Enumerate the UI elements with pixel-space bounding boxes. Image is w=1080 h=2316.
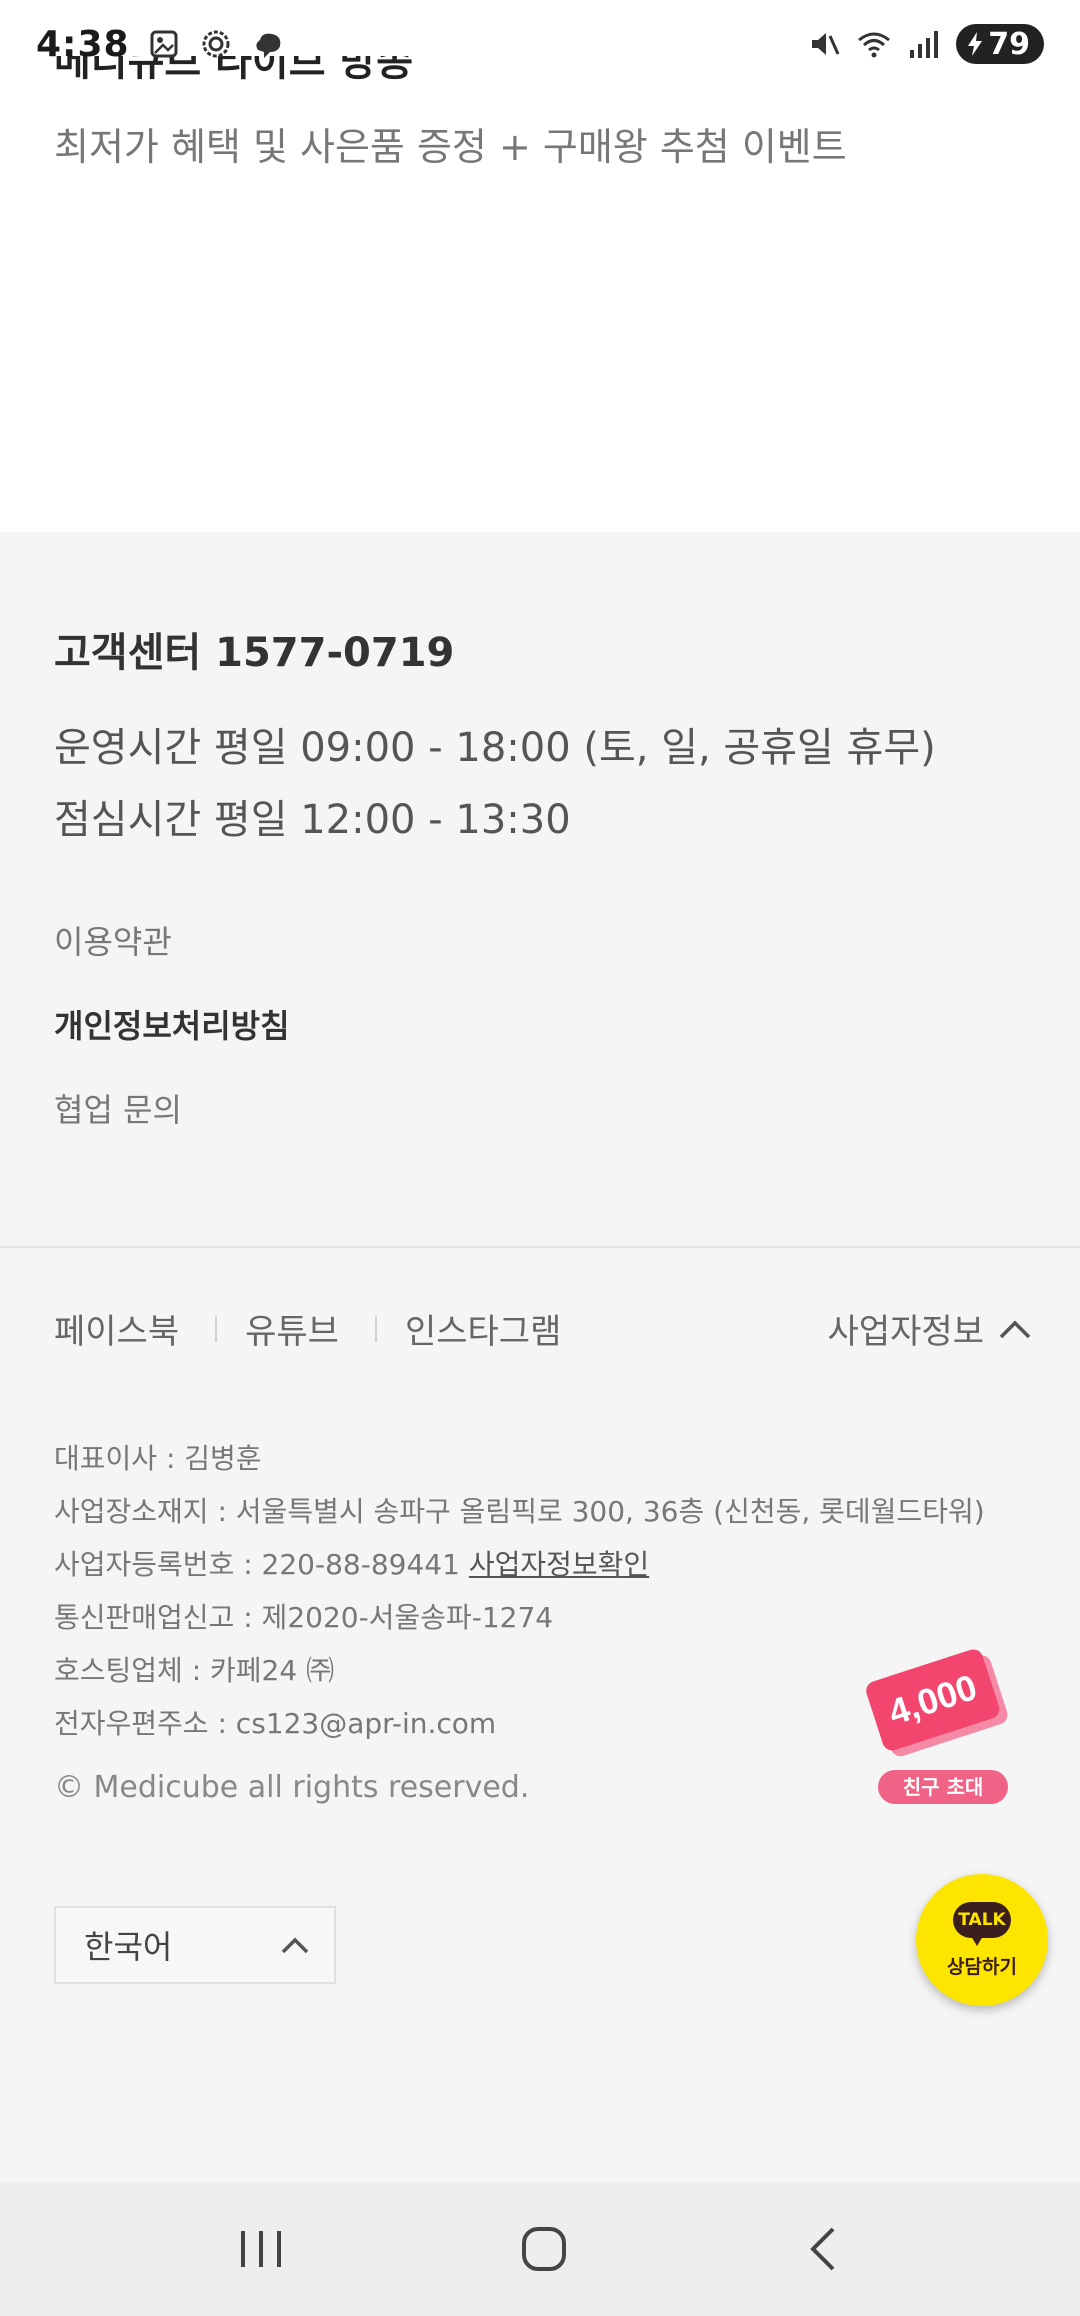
facebook-link[interactable]: 페이스북: [54, 1304, 179, 1353]
language-select[interactable]: 한국어: [54, 1906, 336, 1984]
ceo-info: 대표이사 : 김병훈: [54, 1442, 262, 1475]
link-separator: [374, 1315, 377, 1342]
partnership-inquiry-link[interactable]: 협업 문의: [54, 1090, 290, 1174]
mute-icon: [812, 33, 840, 55]
mail-order-info: 통신판매업신고 : 제2020-서울송파-1274: [54, 1601, 554, 1634]
address-info: 사업장소재지 : 서울특별시 송파구 올림픽로 300, 36층 (신천동, 롯…: [54, 1495, 985, 1528]
talk-bubble-icon: TALK: [953, 1901, 1011, 1946]
footer-divider: [0, 1246, 1080, 1248]
promo-subtitle: 최저가 혜택 및 사은품 증정 + 구매왕 추첨 이벤트: [54, 125, 847, 169]
customer-center-title: 고객센터 1577-0719: [54, 630, 455, 676]
wifi-icon: [858, 32, 891, 58]
email-info: 전자우편주소 : cs123@apr-in.com: [54, 1707, 497, 1740]
business-check-link[interactable]: 사업자정보확인: [469, 1548, 649, 1581]
talk-badge: TALK: [958, 1909, 1006, 1930]
footer-links: 이용약관 개인정보처리방침 협업 문의: [54, 922, 290, 1174]
privacy-policy-link[interactable]: 개인정보처리방침: [54, 1006, 290, 1090]
talk-label: 상담하기: [947, 1955, 1017, 1978]
battery-indicator: 79: [956, 24, 1044, 64]
hosting-info: 호스팅업체 : 카페24 ㈜: [54, 1654, 335, 1687]
terms-link[interactable]: 이용약관: [54, 922, 290, 1006]
system-nav-bar: [0, 2182, 1080, 2316]
gallery-icon: [150, 30, 178, 58]
battery-level: 79: [988, 26, 1030, 62]
registration-number: 사업자등록번호 : 220-88-89441: [54, 1548, 460, 1581]
youtube-link[interactable]: 유튜브: [245, 1304, 339, 1353]
chevron-up-icon: [999, 1320, 1031, 1338]
copyright: © Medicube all rights reserved.: [54, 1770, 530, 1805]
coupon-icon: 4,000: [866, 1649, 1008, 1757]
home-icon[interactable]: [519, 2224, 569, 2274]
kakao-talk-consult-button[interactable]: TALK 상담하기: [916, 1874, 1048, 2006]
signal-icon: [910, 31, 939, 58]
business-hours: 운영시간 평일 09:00 - 18:00 (토, 일, 공휴일 휴무) 점심시…: [54, 712, 936, 856]
charging-icon: [968, 32, 983, 56]
back-icon[interactable]: [803, 2224, 843, 2274]
cloud-icon: [255, 33, 280, 58]
language-value: 한국어: [84, 1928, 173, 1966]
status-time: 4:38: [36, 23, 130, 65]
settings-gear-icon: [202, 30, 230, 58]
friend-invite-button[interactable]: 4,000 친구 초대: [860, 1636, 1020, 1806]
social-links: 페이스북 유튜브 인스타그램: [54, 1304, 561, 1353]
status-bar: 4:38 79: [0, 0, 1080, 88]
recent-apps-icon[interactable]: [237, 2227, 285, 2271]
business-info-toggle[interactable]: 사업자정보: [828, 1304, 1032, 1353]
business-info-toggle-label: 사업자정보: [827, 1312, 984, 1352]
invite-label: 친구 초대: [878, 1770, 1008, 1804]
chevron-up-icon: [281, 1937, 309, 1954]
lunch-hours: 점심시간 평일 12:00 - 13:30: [54, 797, 571, 843]
business-info: 대표이사 : 김병훈 사업장소재지 : 서울특별시 송파구 올림픽로 300, …: [54, 1432, 985, 1750]
registration-info: 사업자등록번호 : 220-88-89441 사업자정보확인: [54, 1538, 985, 1591]
link-separator: [215, 1315, 218, 1342]
operating-hours: 운영시간 평일 09:00 - 18:00 (토, 일, 공휴일 휴무): [54, 725, 936, 771]
instagram-link[interactable]: 인스타그램: [405, 1304, 561, 1353]
